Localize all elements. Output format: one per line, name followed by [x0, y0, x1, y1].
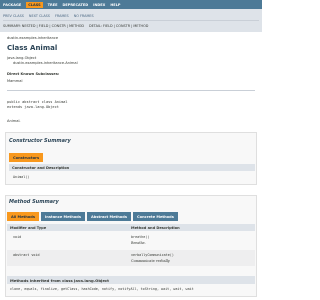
summary-links[interactable]: SUMMARY: NESTED | FIELD | CONSTR | METHO… [3, 24, 84, 28]
nav-tree-link[interactable]: TREE [48, 3, 58, 7]
nav-package-link[interactable]: PACKAGE [3, 3, 21, 7]
method-row-2-desc: Communicate verbally. [131, 259, 171, 263]
method-tabs: All Methods Instance Methods Abstract Me… [7, 212, 180, 221]
nav-deprecated-link[interactable]: DEPRECATED [63, 3, 89, 7]
subnav-divider [3, 20, 259, 21]
method-row-2-modifier: abstract void [13, 253, 40, 257]
frames-link[interactable]: FRAMES [55, 14, 69, 18]
next-class-link[interactable]: NEXT CLASS [29, 14, 50, 18]
nav-class-tab[interactable]: CLASS [26, 1, 43, 8]
method-row-1-desc: Breathe. [131, 241, 146, 245]
method-table-header: Modifier and Type Method and Description [7, 224, 255, 231]
no-frames-link[interactable]: NO FRAMES [74, 14, 94, 18]
constructors-tab[interactable]: Constructors [9, 153, 44, 162]
tab-concrete-methods[interactable]: Concrete Methods [132, 212, 178, 221]
page-title: Class Animal [7, 44, 58, 52]
constructor-summary-title: Constructor Summary [9, 138, 71, 144]
inheritance-child: dustin.examples.inheritance.Animal [13, 61, 78, 65]
constructor-table-header: Constructor and Description [9, 164, 255, 171]
class-header: dustin.examples.inheritance Class Animal [7, 36, 257, 52]
method-row-1-modifier: void [13, 235, 22, 239]
constructor-animal-link[interactable]: Animal() [13, 175, 29, 179]
prev-class-link[interactable]: PREV CLASS [3, 14, 24, 18]
tab-all-methods[interactable]: All Methods [7, 212, 39, 221]
inherited-methods-list[interactable]: clone, equals, finalize, getClass, hashC… [10, 287, 194, 291]
class-signature: public abstract class Animal extends jav… [7, 100, 68, 110]
package-name: dustin.examples.inheritance [7, 36, 59, 40]
nav-index-link[interactable]: INDEX [93, 3, 105, 7]
subclasses-heading: Direct Known Subclasses: [7, 72, 60, 76]
divider [7, 90, 255, 91]
detail-links[interactable]: DETAIL: FIELD | CONSTR | METHOD [89, 24, 148, 28]
method-verbally-communicate-link[interactable]: verballyCommunicate() [131, 253, 174, 257]
inheritance-tree: java.lang.Object dustin.examples.inherit… [7, 56, 78, 66]
header-modifier: Modifier and Type [10, 225, 47, 230]
subclass-link[interactable]: Mammal [7, 79, 23, 83]
method-breathe-link[interactable]: breathe() [131, 235, 149, 239]
sub-nav-bar: PREV CLASS NEXT CLASS FRAMES NO FRAMES S… [0, 9, 262, 32]
tab-instance-methods[interactable]: Instance Methods [40, 212, 85, 221]
tab-abstract-methods[interactable]: Abstract Methods [87, 212, 131, 221]
inherited-methods-title: Methods inherited from class java.lang.O… [7, 276, 255, 284]
top-nav-bar: PACKAGE CLASS TREE DEPRECATED INDEX HELP [0, 0, 262, 9]
nav-help-link[interactable]: HELP [110, 3, 120, 7]
signature-line-2: extends java.lang.Object [7, 105, 59, 109]
class-description: Animal. [7, 119, 21, 123]
method-summary-title: Method Summary [9, 199, 59, 205]
header-method: Method and Description [131, 225, 180, 230]
